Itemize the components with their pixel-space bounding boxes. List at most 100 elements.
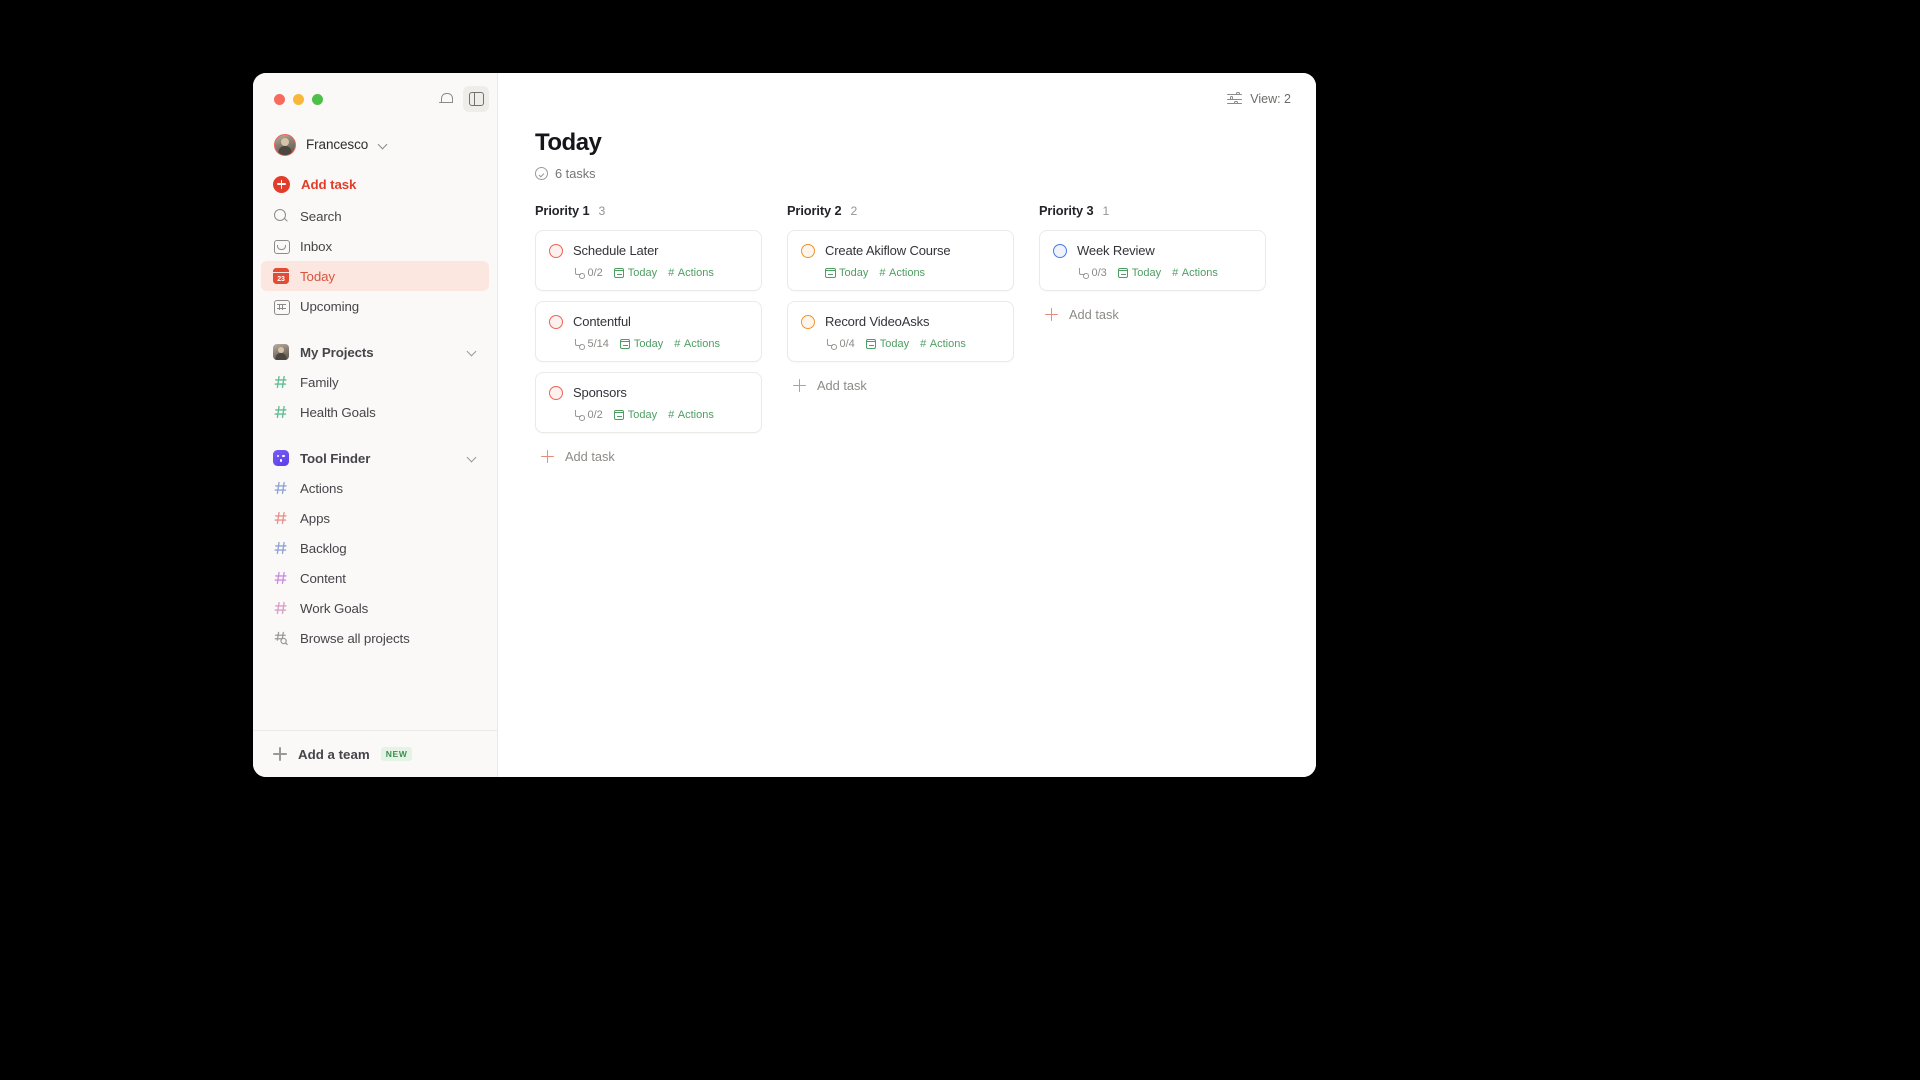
date-label: Today [1131,267,1162,279]
toggle-sidebar-button[interactable] [463,86,489,112]
column-title: Priority 2 [787,203,842,218]
main-topbar: View: 2 [498,73,1316,125]
project-chip[interactable]: # Actions [668,409,714,421]
date-chip[interactable]: Today [865,338,909,350]
sidebar-item-apps[interactable]: Apps [261,503,489,533]
calendar-grid-icon [273,298,290,315]
project-chip[interactable]: # Actions [920,338,966,350]
sidebar-item-browse-all-projects[interactable]: Browse all projects [261,623,489,653]
task-status-circle[interactable] [1053,243,1067,258]
minimize-button[interactable] [293,93,304,105]
task-card[interactable]: Sponsors 0/2 Today # Actions [535,372,762,433]
task-title: Sponsors [573,385,627,400]
project-chip[interactable]: # Actions [674,338,720,350]
sidebar-item-search[interactable]: Search [261,201,489,231]
task-card[interactable]: Contentful 5/14 Today # Actions [535,301,762,362]
sidebar-item-inbox[interactable]: Inbox [261,231,489,261]
hash-icon [273,374,289,390]
hash-icon [273,510,289,526]
subtask-count: 0/2 [587,409,603,421]
task-status-circle[interactable] [549,314,563,329]
project-label: Actions [1181,267,1218,279]
task-title: Schedule Later [573,243,659,258]
sidebar-item-label: Family [300,374,339,390]
card-header: Create Akiflow Course [801,243,1000,258]
calendar-icon [1117,267,1129,279]
task-status-circle[interactable] [801,314,815,329]
profile-name: Francesco [306,137,369,152]
sidebar-group-tool-finder[interactable]: Tool Finder [261,443,489,473]
sidebar-group-my-projects[interactable]: My Projects [261,337,489,367]
sidebar-item-today[interactable]: 23 Today [261,261,489,291]
calendar-icon [825,267,836,279]
task-title: Create Akiflow Course [825,243,951,258]
task-card[interactable]: Week Review 0/3 Today # Actions [1039,230,1266,291]
add-task-button[interactable]: Add task [535,443,762,470]
card-meta: 0/2 Today # Actions [573,267,748,279]
hash-icon [273,570,289,586]
sidebar-item-label: Backlog [300,540,347,556]
tool-finder-icon [273,450,289,466]
close-button[interactable] [274,93,285,105]
date-chip[interactable]: Today [1117,267,1162,279]
task-card[interactable]: Record VideoAsks 0/4 Today # Actions [787,301,1014,362]
check-circle-icon [535,167,548,180]
sidebar-item-backlog[interactable]: Backlog [261,533,489,563]
task-card[interactable]: Create Akiflow Course Today # Actions [787,230,1014,291]
date-chip[interactable]: Today [613,267,658,279]
task-count: 6 tasks [535,166,1316,181]
task-status-circle[interactable] [549,385,563,400]
sidebar-item-health-goals[interactable]: Health Goals [261,397,489,427]
date-chip[interactable]: Today [825,267,868,279]
date-label: Today [633,338,664,350]
sidebar-item-family[interactable]: Family [261,367,489,397]
profile-switcher[interactable]: Francesco [253,125,497,161]
view-label: View: 2 [1250,92,1291,106]
subtask-chip: 0/3 [1077,267,1107,279]
project-chip[interactable]: # Actions [668,267,714,279]
zoom-button[interactable] [312,93,323,105]
hash-icon: # [668,267,675,279]
project-chip[interactable]: # Actions [1172,267,1218,279]
view-settings-button[interactable]: View: 2 [1220,87,1298,112]
subtask-icon [1077,268,1089,279]
task-count-label: 6 tasks [555,166,596,181]
project-chip[interactable]: # Actions [879,267,925,279]
task-card[interactable]: Schedule Later 0/2 Today # Actions [535,230,762,291]
chevron-down-icon[interactable] [467,453,477,463]
date-label: Today [627,267,658,279]
add-task-button[interactable]: Add task [1039,301,1266,328]
calendar-icon [613,267,625,279]
task-status-circle[interactable] [549,243,563,258]
sidebar-item-content[interactable]: Content [261,563,489,593]
add-task-button[interactable]: Add task [787,372,1014,399]
sidebar-item-upcoming[interactable]: Upcoming [261,291,489,321]
date-label: Today [627,409,658,421]
inbox-icon [273,238,290,254]
date-chip[interactable]: Today [619,338,664,350]
sidebar-item-label: Work Goals [300,600,369,616]
sidebar-item-label: Inbox [300,238,333,254]
card-meta: 5/14 Today # Actions [573,338,748,350]
task-title: Week Review [1077,243,1155,258]
date-chip[interactable]: Today [613,409,658,421]
task-status-circle[interactable] [801,243,815,258]
avatar [274,133,296,156]
hash-icon: # [1172,267,1179,279]
user-avatar-icon [273,344,289,360]
subtask-count: 0/2 [587,267,603,279]
sidebar-group-label: My Projects [300,344,374,360]
sidebar-item-label: Browse all projects [300,630,410,646]
card-meta: 0/4 Today # Actions [825,338,1000,350]
sidebar-item-work-goals[interactable]: Work Goals [261,593,489,623]
sidebar-item-actions[interactable]: Actions [261,473,489,503]
card-meta: 0/2 Today # Actions [573,409,748,421]
plus-icon [273,747,287,761]
add-team-button[interactable]: Add a team NEW [261,739,489,769]
notifications-button[interactable] [433,86,459,112]
hash-icon: # [920,338,927,350]
sidebar-item-add-task[interactable]: Add task [261,169,489,199]
chevron-down-icon[interactable] [467,347,477,357]
sidebar-item-label: Actions [300,480,343,496]
subtask-count: 0/4 [839,338,855,350]
